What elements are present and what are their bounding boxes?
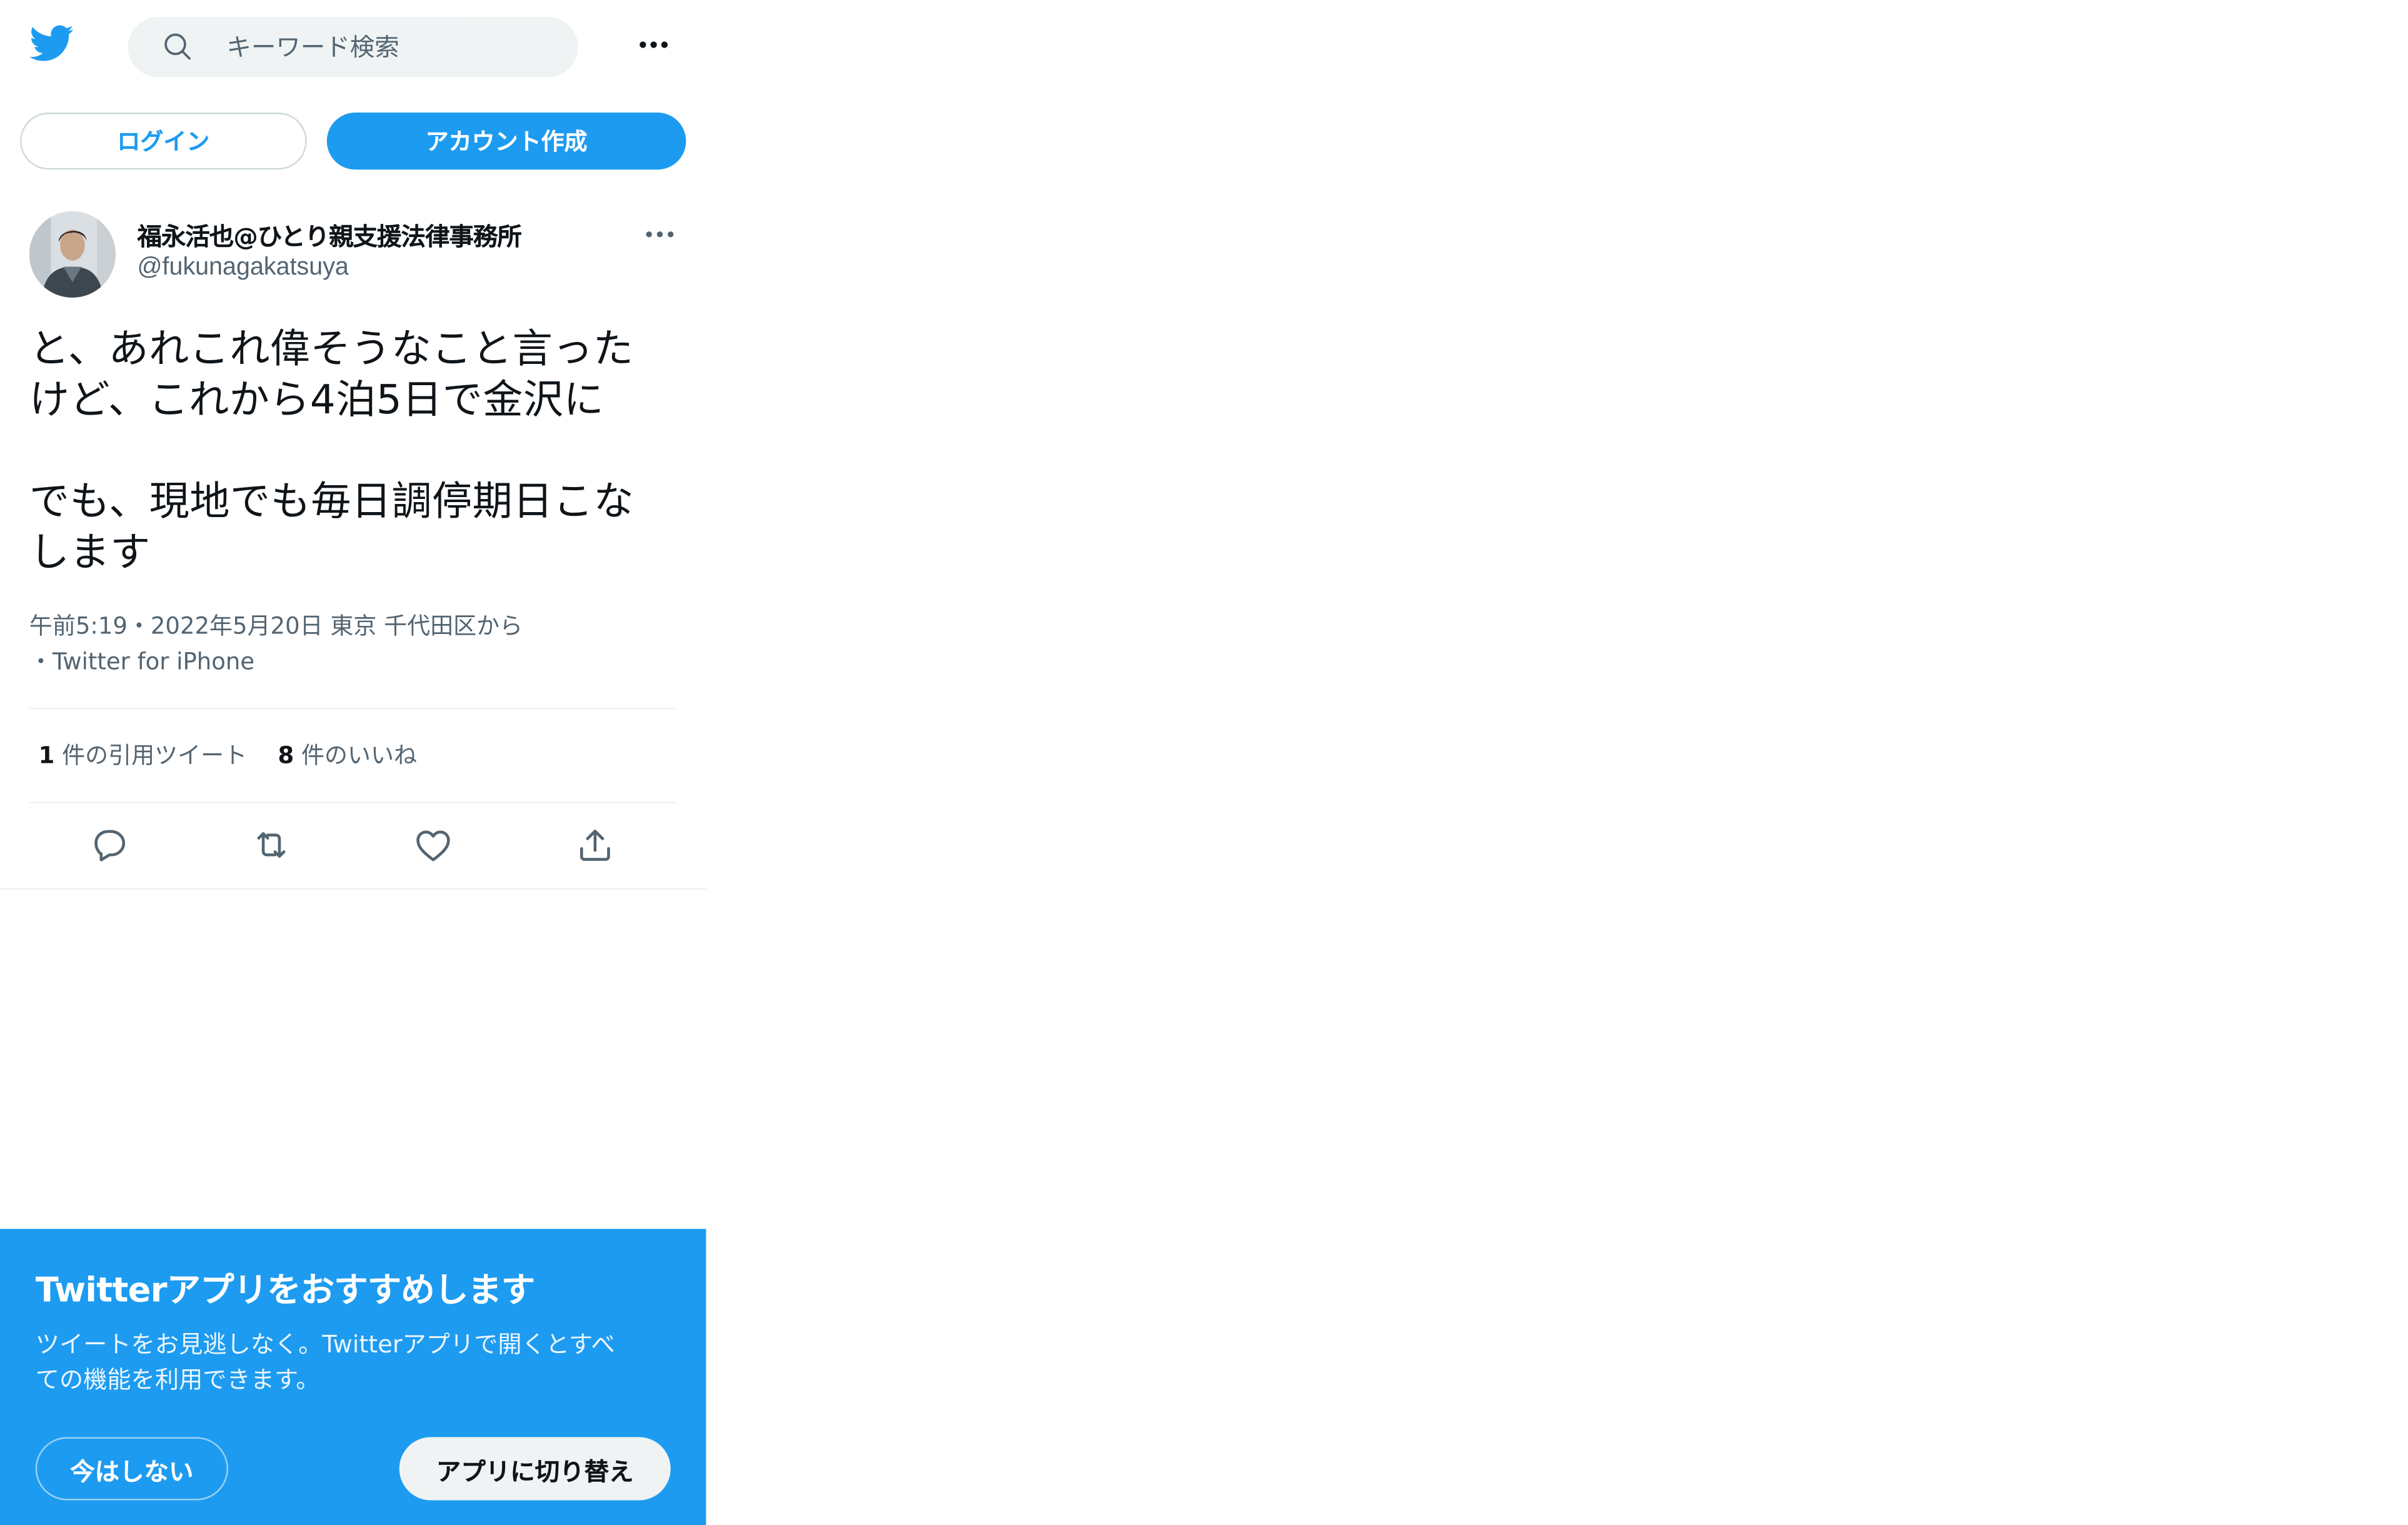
tweet-text: と、あれこれ偉そうなこと言った けど、これから4泊5日で金沢に でも、現地でも毎… bbox=[29, 325, 683, 580]
likes-stat[interactable]: 8 件のいいね bbox=[278, 742, 417, 769]
tweet-text-line bbox=[29, 427, 683, 478]
divider bbox=[29, 707, 677, 710]
heart-icon bbox=[416, 830, 450, 862]
share-icon bbox=[580, 829, 610, 861]
tweet-text-line: けど、これから4泊5日で金沢に bbox=[29, 378, 605, 425]
banner-description-line: ツイートをお見逃しなく。Twitterアプリで開くとすべ bbox=[35, 1331, 615, 1359]
author-handle[interactable]: @fukunagakatsuya bbox=[137, 254, 348, 282]
tweet-more-button[interactable] bbox=[640, 219, 680, 249]
tweet-source[interactable]: ・Twitter for iPhone bbox=[29, 645, 677, 680]
banner-description-line: ての機能を利用できます。 bbox=[35, 1366, 320, 1394]
quote-label: 件の引用ツイート bbox=[62, 742, 248, 770]
not-now-button[interactable]: 今はしない bbox=[35, 1437, 228, 1501]
twitter-logo-icon[interactable] bbox=[28, 20, 74, 66]
author-display-name[interactable]: 福永活也@ひとり親支援法律事務所 bbox=[137, 216, 521, 253]
tweet-text-line: します bbox=[29, 530, 151, 577]
like-count: 8 bbox=[278, 742, 294, 770]
banner-title: Twitterアプリをおすすめします bbox=[35, 1272, 535, 1311]
tweet-text-line: と、あれこれ偉そうなこと言った bbox=[29, 326, 634, 373]
switch-to-app-button[interactable]: アプリに切り替え bbox=[399, 1437, 671, 1501]
tweet-metadata: 午前5:19・2022年5月20日 東京 千代田区から ・Twitter for… bbox=[29, 609, 677, 680]
tweet-stats: 1 件の引用ツイート 8 件のいいね bbox=[39, 738, 417, 771]
more-horizontal-icon bbox=[646, 231, 674, 238]
retweet-icon bbox=[257, 832, 286, 858]
login-button[interactable]: ログイン bbox=[20, 113, 307, 170]
like-button[interactable] bbox=[411, 823, 454, 867]
quote-tweets-stat[interactable]: 1 件の引用ツイート bbox=[39, 742, 248, 769]
more-horizontal-icon bbox=[640, 41, 668, 48]
tweet-text-line: でも、現地でも毎日調停期日こな bbox=[29, 479, 635, 526]
divider bbox=[29, 802, 677, 803]
quote-count: 1 bbox=[38, 742, 55, 770]
avatar[interactable] bbox=[29, 211, 116, 298]
search-bar[interactable] bbox=[128, 17, 578, 78]
share-button[interactable] bbox=[573, 823, 616, 867]
tweet-timestamp-location[interactable]: 午前5:19・2022年5月20日 東京 千代田区から bbox=[29, 609, 677, 645]
reply-icon bbox=[94, 830, 126, 862]
banner-description: ツイートをお見逃しなく。Twitterアプリで開くとすべ ての機能を利用できます… bbox=[36, 1327, 675, 1398]
like-label: 件のいいね bbox=[301, 742, 418, 770]
signup-button[interactable]: アカウント作成 bbox=[326, 113, 686, 170]
search-icon bbox=[162, 31, 193, 61]
reply-button[interactable] bbox=[88, 823, 131, 867]
retweet-button[interactable] bbox=[250, 823, 293, 867]
divider bbox=[0, 888, 706, 890]
app-promo-banner: Twitterアプリをおすすめします ツイートをお見逃しなく。Twitterアプ… bbox=[0, 1229, 706, 1525]
more-options-button[interactable] bbox=[632, 28, 675, 61]
search-input[interactable] bbox=[226, 17, 551, 78]
